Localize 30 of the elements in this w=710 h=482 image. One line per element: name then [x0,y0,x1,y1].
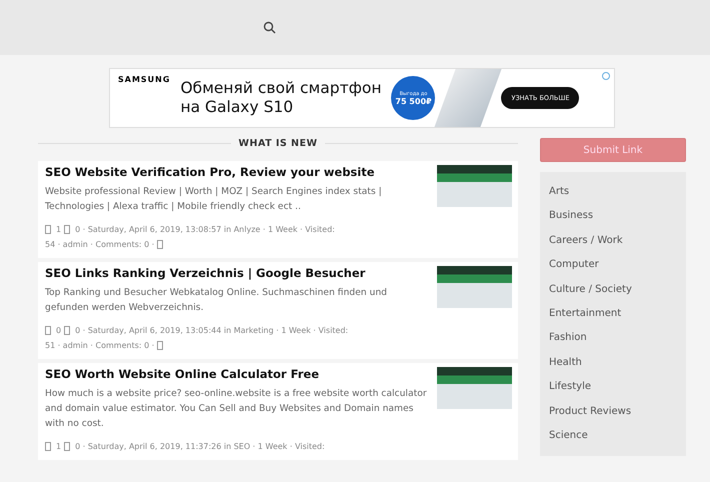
category-link[interactable]: Culture / Society [549,282,677,298]
ad-brand: SAMSUNG [118,75,170,84]
post-meta: 0 · Saturday, April 6, 2019, 13:08:57 in Anlyze · 1 Week · Visited: [75,224,335,236]
category-link[interactable]: Science [549,428,677,444]
category-link[interactable]: Fashion [549,330,677,346]
badge-price: 75 500₽ [395,96,432,106]
post-title[interactable]: SEO Worth Website Online Calculator Free [45,367,433,381]
category-link[interactable]: Business [549,208,677,224]
category-link[interactable]: Careers / Work [549,232,677,249]
like-count: 1 [56,441,62,453]
post-description: How much is a website price? seo-online.website is a free website worth calculator and domain value estimator. You Can Sell and Buy Websites and Domain names with no cost. [45,387,428,431]
category-link[interactable]: Arts [549,184,677,200]
category-link[interactable]: Health [549,354,677,371]
post-meta: 51 · admin · Comments: 0 · [45,340,154,352]
like-count: 1 [56,224,62,236]
ad-headline: на Galaxy S10 [180,98,294,117]
section-title: WHAT IS NEW [238,138,318,149]
category-link[interactable]: Lifestyle [549,379,677,396]
category-link[interactable]: Product Reviews [549,404,677,420]
post-meta: 0 · Saturday, April 6, 2019, 11:37:26 in SEO · 1 Week · Visited: [75,441,325,453]
post-description: Top Ranking und Besucher Webkatalog Online. Suchmaschinen finden und gefunden werden Webverzeichnis. [45,286,388,315]
post-title[interactable]: SEO Website Verification Pro, Review your website [45,165,433,179]
post-meta: 54 · admin · Comments: 0 · [45,239,154,251]
post-title[interactable]: SEO Links Ranking Verzeichnis | Google Besucher [45,266,433,280]
post-meta: 0 · Saturday, April 6, 2019, 13:05:44 in Marketing · 1 Week · Visited: [75,325,348,337]
category-link[interactable]: Entertainment [549,306,677,322]
post-description: Website professional Review | Worth | MOZ | Search Engines index stats | Technologies | Alexa traffic | Mobile friendly check ect .. [45,185,383,214]
category-link[interactable]: Computer [549,257,677,274]
like-count: 0 [56,325,62,337]
ad-headline: Обменяй свой смартфон [180,79,382,98]
